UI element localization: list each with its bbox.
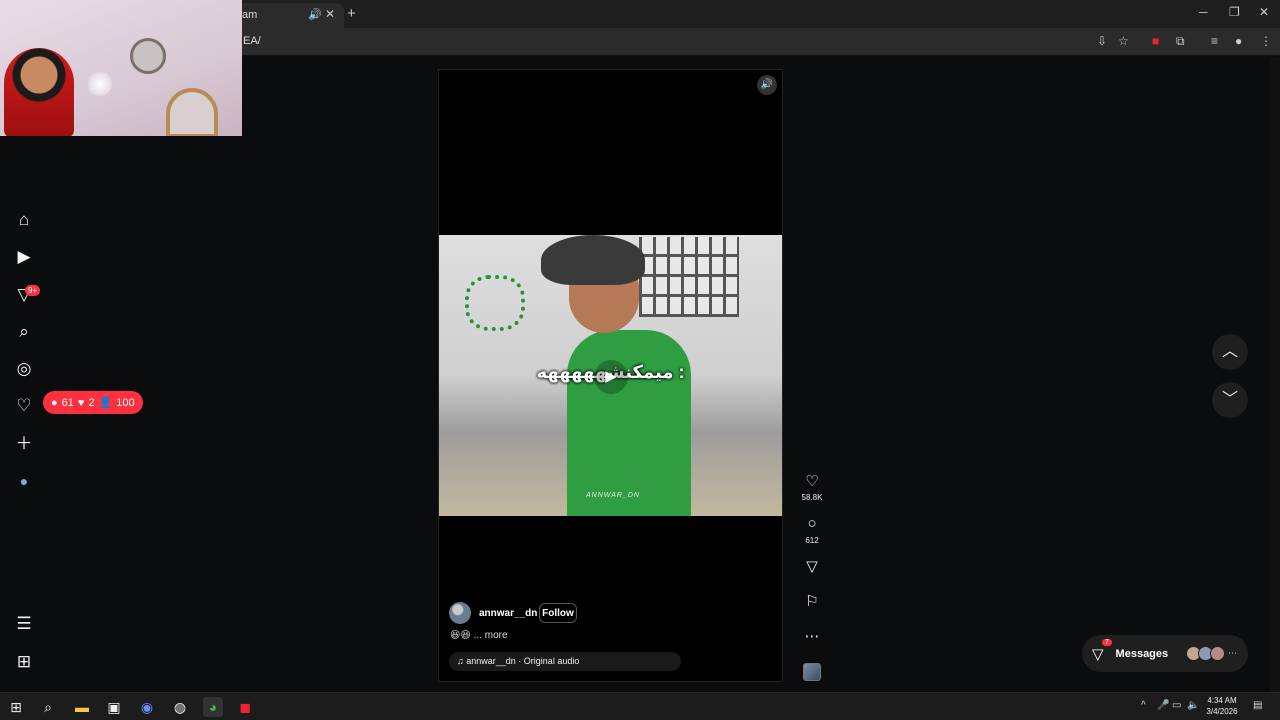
notifications-icon[interactable]: ▤ bbox=[1253, 700, 1262, 711]
video-watermark: ANNWAR_DN bbox=[586, 492, 640, 499]
home-icon[interactable]: ⌂ bbox=[14, 210, 34, 230]
comment-bubble-icon[interactable]: ○ bbox=[801, 515, 823, 532]
comment-icon: ● bbox=[51, 396, 58, 409]
message-contact-avatar bbox=[1210, 646, 1226, 661]
taskbar-search-icon[interactable]: ⌕ bbox=[38, 697, 58, 717]
url-text[interactable]: EA/ bbox=[243, 35, 261, 47]
microphone-icon[interactable]: 🎤 bbox=[1157, 700, 1169, 711]
webcam-light bbox=[88, 72, 112, 96]
author-username[interactable]: annwar__dn bbox=[479, 608, 537, 619]
tray-chevron-up-icon[interactable]: ^ bbox=[1141, 700, 1146, 711]
play-icon[interactable]: ▶ bbox=[594, 360, 628, 394]
share-send-icon[interactable]: ▽ bbox=[801, 557, 823, 575]
save-bookmark-icon[interactable]: ⚐ bbox=[801, 592, 823, 610]
speaker-icon[interactable]: 🔊 bbox=[308, 8, 322, 21]
reels-icon[interactable]: ▶ bbox=[14, 247, 34, 267]
heart-icon[interactable]: ♡ bbox=[14, 396, 34, 416]
description-emoji: 😆😆 bbox=[450, 630, 471, 641]
description-more-link[interactable]: ... more bbox=[474, 630, 508, 641]
like-heart-icon[interactable]: ♡ bbox=[801, 472, 823, 490]
messages-badge: 7 bbox=[1102, 638, 1112, 646]
close-window-button[interactable]: ✕ bbox=[1259, 5, 1269, 19]
active-tab[interactable]: am 🔊 ✕ bbox=[236, 3, 344, 28]
bookmark-star-icon[interactable]: ☆ bbox=[1118, 34, 1129, 48]
search-icon[interactable]: ⌕ bbox=[14, 322, 34, 342]
audio-thumbnail[interactable] bbox=[803, 663, 821, 681]
activity-likes-count: 2 bbox=[88, 396, 95, 409]
extension-icon[interactable]: ■ bbox=[1152, 34, 1159, 48]
messenger-icon: ▽ 7 bbox=[1092, 638, 1112, 663]
restore-button[interactable]: ❐ bbox=[1229, 5, 1240, 19]
like-icon: ♥ bbox=[77, 396, 85, 409]
messages-label: Messages bbox=[1115, 647, 1169, 660]
activity-comments-count: 61 bbox=[61, 396, 74, 409]
reel-description[interactable]: 😆😆 ... more bbox=[450, 630, 508, 641]
new-tab-button[interactable]: + bbox=[347, 5, 356, 22]
clock-date: 3/4/2026 bbox=[1206, 707, 1238, 716]
webcam-overlay bbox=[0, 0, 242, 136]
webcam-mirror bbox=[130, 38, 166, 74]
audio-label: annwar__dn · Original audio bbox=[466, 656, 580, 666]
minimize-button[interactable]: ─ bbox=[1199, 5, 1208, 19]
profile-avatar[interactable]: ● bbox=[14, 471, 34, 491]
speaker-icon[interactable]: 🔊 bbox=[757, 75, 777, 95]
install-app-icon[interactable]: ⇩ bbox=[1097, 34, 1107, 48]
messages-button[interactable]: ▽ 7 Messages ⋯ bbox=[1082, 635, 1248, 672]
volume-icon[interactable]: 🔈 bbox=[1187, 700, 1199, 711]
activity-followers-count: 100 bbox=[116, 396, 135, 409]
system-clock[interactable]: 4:34 AM 3/4/2026 bbox=[1200, 695, 1244, 717]
create-plus-icon[interactable]: ＋ bbox=[14, 434, 34, 454]
clock-time: 4:34 AM bbox=[1207, 696, 1237, 705]
video-person-body bbox=[567, 330, 691, 516]
music-note-icon: ♫ bbox=[457, 656, 464, 666]
more-dots-icon: ⋯ bbox=[1228, 648, 1238, 658]
tab-close-icon[interactable]: ✕ bbox=[325, 7, 335, 21]
media-control-icon[interactable]: ≡ bbox=[1211, 34, 1218, 48]
author-avatar[interactable] bbox=[449, 602, 471, 624]
windows-taskbar bbox=[0, 692, 1280, 720]
apps-grid-icon[interactable]: ⊞ bbox=[14, 652, 34, 672]
chrome-icon[interactable]: ◕ bbox=[203, 697, 223, 717]
video-window bbox=[639, 237, 739, 317]
notification-badge: 9+ bbox=[25, 285, 41, 296]
windows-start-icon[interactable]: ⊞ bbox=[6, 697, 26, 717]
previous-reel-chevron-up-icon[interactable]: ︿ bbox=[1212, 334, 1248, 370]
webcam-chair bbox=[166, 88, 218, 136]
app-icon[interactable]: ◉ bbox=[137, 697, 157, 717]
webcam-person bbox=[4, 48, 74, 136]
more-options-icon[interactable]: ⋯ bbox=[801, 627, 823, 645]
person-icon: 👤 bbox=[98, 397, 113, 409]
menu-kebab-icon[interactable]: ⋮ bbox=[1260, 34, 1272, 48]
likes-count: 58.8K bbox=[801, 493, 823, 502]
more-menu-icon[interactable]: ☰ bbox=[14, 614, 34, 634]
extensions-puzzle-icon[interactable]: ⧉ bbox=[1176, 34, 1185, 49]
comments-count: 612 bbox=[805, 536, 819, 545]
store-icon[interactable]: ▣ bbox=[104, 697, 124, 717]
follow-button[interactable]: Follow bbox=[539, 603, 577, 623]
obs-icon[interactable]: ◍ bbox=[170, 697, 190, 717]
activity-summary[interactable]: ● 61 ♥ 2 👤 100 bbox=[43, 391, 143, 414]
page-scrollbar[interactable] bbox=[1270, 58, 1280, 692]
audio-attribution[interactable]: ♫ annwar__dn · Original audio bbox=[449, 652, 681, 671]
explore-icon[interactable]: ◎ bbox=[14, 359, 34, 379]
video-graffiti bbox=[465, 275, 525, 331]
app-red-icon[interactable]: ◼ bbox=[235, 697, 255, 717]
next-reel-chevron-down-icon[interactable]: ﹀ bbox=[1212, 382, 1248, 418]
profile-avatar-icon[interactable]: ● bbox=[1235, 34, 1242, 48]
tab-title: am bbox=[242, 9, 258, 21]
video-person-hat bbox=[541, 235, 645, 285]
file-explorer-icon[interactable]: ▬ bbox=[72, 697, 92, 717]
network-icon[interactable]: ▭ bbox=[1172, 700, 1181, 711]
